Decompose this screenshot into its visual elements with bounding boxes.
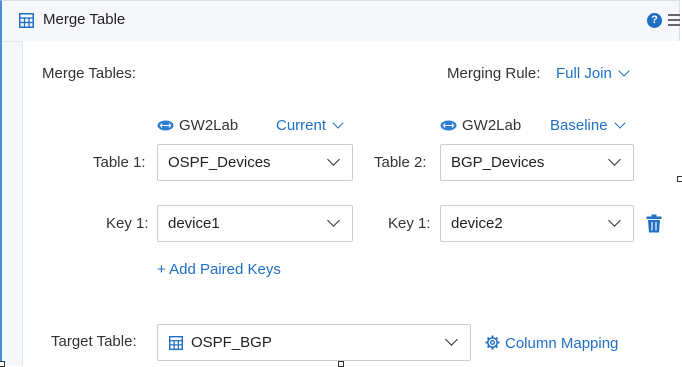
chevron-down-icon <box>613 117 626 129</box>
source-left-version-dropdown[interactable]: Current <box>276 117 344 134</box>
source-left-version: Current <box>276 117 327 134</box>
target-table-label: Target Table: <box>51 333 137 350</box>
chevron-down-icon <box>618 65 630 77</box>
chevron-down-icon <box>327 153 340 166</box>
table1-value: OSPF_Devices <box>168 154 271 171</box>
chevron-down-icon <box>445 333 458 346</box>
source-right-version: Baseline <box>550 117 608 134</box>
target-table-value: OSPF_BGP <box>191 334 272 351</box>
router-icon <box>440 120 457 131</box>
source-left-name: GW2Lab <box>179 117 239 134</box>
key1-left-select[interactable]: device1 <box>157 205 353 242</box>
add-paired-keys-link[interactable]: + Add Paired Keys <box>157 261 281 278</box>
merging-rule-dropdown[interactable]: Full Join <box>556 65 630 82</box>
resize-handle[interactable] <box>677 176 682 182</box>
key1-left-value: device1 <box>168 215 220 232</box>
source-right-version-dropdown[interactable]: Baseline <box>550 117 626 134</box>
table1-label: Table 1: <box>93 154 146 171</box>
merge-table-panel: Merge Table ? Merge Tables: Merging Rule… <box>0 0 682 367</box>
source-right-name: GW2Lab <box>462 117 522 134</box>
merge-tables-label: Merge Tables: <box>42 65 136 82</box>
column-mapping-link[interactable]: Column Mapping <box>485 333 618 352</box>
resize-handle[interactable] <box>338 361 344 367</box>
chevron-down-icon <box>608 153 621 166</box>
table2-select[interactable]: BGP_Devices <box>440 144 634 181</box>
help-icon[interactable]: ? <box>647 13 662 28</box>
chevron-down-icon <box>327 214 340 227</box>
trash-icon[interactable] <box>646 214 662 233</box>
column-mapping-label: Column Mapping <box>505 335 619 352</box>
menu-icon[interactable] <box>668 14 680 29</box>
panel-body: Merge Tables: Merging Rule: Full Join GW… <box>22 41 682 366</box>
chevron-down-icon <box>332 117 344 129</box>
key1-right-label: Key 1: <box>388 215 431 232</box>
table-icon <box>19 13 34 28</box>
gear-icon <box>485 335 500 350</box>
resize-handle[interactable] <box>0 361 5 367</box>
table2-value: BGP_Devices <box>451 154 545 171</box>
table-icon <box>169 336 183 350</box>
target-table-select[interactable]: OSPF_BGP <box>157 324 471 361</box>
panel-title: Merge Table <box>43 11 126 28</box>
table2-label: Table 2: <box>374 154 427 171</box>
key1-right-value: device2 <box>451 215 503 232</box>
key1-right-select[interactable]: device2 <box>440 205 634 242</box>
key1-left-label: Key 1: <box>106 215 149 232</box>
panel-header: Merge Table ? <box>2 1 680 42</box>
chevron-down-icon <box>608 214 621 227</box>
merging-rule-label: Merging Rule: <box>447 65 541 82</box>
router-icon <box>157 120 174 131</box>
merging-rule-value: Full Join <box>556 65 612 82</box>
table1-select[interactable]: OSPF_Devices <box>157 144 353 181</box>
